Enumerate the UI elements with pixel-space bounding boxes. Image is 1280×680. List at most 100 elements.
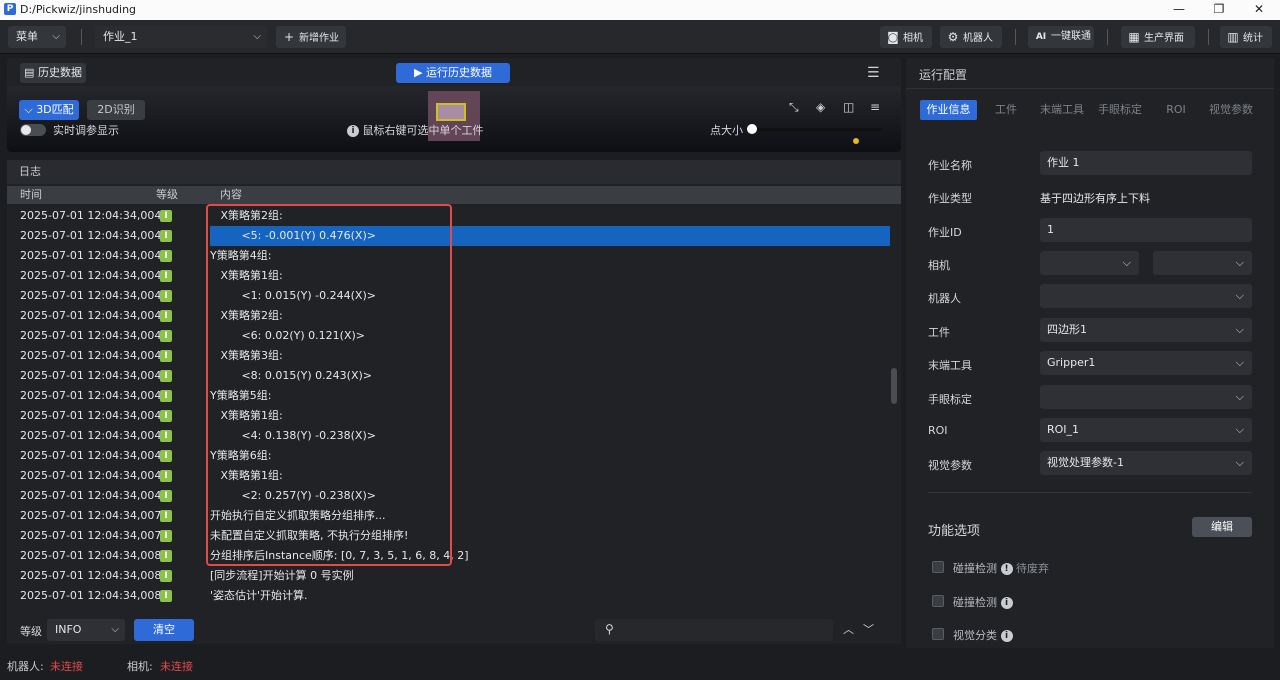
log-content: X策略第1组: bbox=[210, 469, 283, 482]
slider-handle[interactable] bbox=[747, 124, 757, 134]
hint-label: 鼠标右键可选中单个工件 bbox=[362, 124, 484, 137]
minimize-icon[interactable]: — bbox=[1170, 1, 1188, 17]
next-match-icon[interactable]: ﹀ bbox=[863, 621, 874, 637]
camera-icon: ◙ bbox=[887, 30, 899, 44]
close-icon[interactable]: ✕ bbox=[1250, 1, 1268, 17]
log-content: <2: 0.257(Y) -0.238(X)> bbox=[210, 489, 376, 502]
level-filter-select[interactable]: INFO ⌵ bbox=[47, 619, 125, 641]
vision-params-label: 视觉参数 bbox=[928, 459, 972, 472]
hand-eye-select[interactable]: ⌵ bbox=[1040, 385, 1252, 409]
menu-icon[interactable]: ≡ bbox=[870, 100, 880, 114]
statistics-label: 统计 bbox=[1243, 33, 1263, 44]
resize-icon[interactable]: ⤡ bbox=[789, 100, 799, 115]
collision-check-checkbox-2[interactable] bbox=[932, 595, 944, 607]
chevron-down-icon: ⌵ bbox=[1122, 256, 1131, 269]
log-content: 开始执行自定义抓取策略分组排序... bbox=[210, 509, 386, 522]
run-history-label: 运行历史数据 bbox=[425, 66, 492, 79]
info-level-icon: I bbox=[160, 550, 172, 562]
log-row[interactable]: 2025-07-01 12:04:34,004 I <2: 0.257(Y) -0… bbox=[7, 486, 891, 506]
one-click-connect-button[interactable]: AI 一键联通 bbox=[1028, 26, 1094, 48]
tab-workpiece[interactable]: 工件 bbox=[986, 100, 1026, 120]
robot-button-label: 机器人 bbox=[963, 33, 993, 44]
camera-select-1[interactable]: ⌵ bbox=[1040, 251, 1139, 275]
mode-2d-tab[interactable]: 2D识别 bbox=[87, 100, 145, 120]
hand-eye-label: 手眼标定 bbox=[928, 393, 972, 406]
settings-icon[interactable]: ☰ bbox=[867, 65, 880, 81]
column-time: 时间 bbox=[20, 188, 42, 201]
chevron-down-icon: ⌵ bbox=[1235, 356, 1244, 369]
camera-button[interactable]: ◙ 相机 bbox=[880, 26, 932, 48]
tab-end-tool[interactable]: 末端工具 bbox=[1034, 100, 1090, 120]
log-row[interactable]: 2025-07-01 12:04:34,004 I X策略第2组: bbox=[7, 306, 891, 326]
maximize-icon[interactable]: ❐ bbox=[1210, 1, 1228, 17]
log-row[interactable]: 2025-07-01 12:04:34,008 I '姿态估计'开始计算. bbox=[7, 586, 891, 606]
log-row[interactable]: 2025-07-01 12:04:34,008 I [同步流程]开始计算 0 号实例 bbox=[7, 566, 891, 586]
title-bar: P D:/Pickwiz/jinshuding — ❐ ✕ bbox=[0, 0, 1280, 20]
log-row[interactable]: 2025-07-01 12:04:34,004 I Y策略第6组: bbox=[7, 446, 891, 466]
workpiece-label: 工件 bbox=[928, 326, 950, 339]
log-row[interactable]: 2025-07-01 12:04:34,004 I X策略第1组: bbox=[7, 406, 891, 426]
vision-params-value: 视觉处理参数-1 bbox=[1047, 456, 1124, 469]
mode-3d-tab[interactable]: ⌵ 3D匹配 bbox=[19, 100, 79, 120]
history-data-button[interactable]: ▤ 历史数据 bbox=[20, 63, 86, 83]
run-history-button[interactable]: ▶ 运行历史数据 bbox=[396, 63, 510, 83]
new-job-button[interactable]: + 新增作业 bbox=[276, 26, 346, 48]
log-row[interactable]: 2025-07-01 12:04:34,004 I <1: 0.015(Y) -0… bbox=[7, 286, 891, 306]
log-row[interactable]: 2025-07-01 12:04:34,008 I 分组排序后Instance顺序:… bbox=[7, 546, 891, 566]
chevron-down-icon: ⌵ bbox=[1235, 423, 1244, 436]
log-row[interactable]: 2025-07-01 12:04:34,004 I X策略第3组: bbox=[7, 346, 891, 366]
end-tool-label: 末端工具 bbox=[928, 359, 972, 372]
workpiece-select[interactable]: 四边形1 ⌵ bbox=[1040, 318, 1252, 342]
log-search-input[interactable]: ⚲ bbox=[595, 619, 833, 641]
log-time: 2025-07-01 12:04:34,004 bbox=[20, 309, 162, 322]
log-row[interactable]: 2025-07-01 12:04:34,004 I <8: 0.015(Y) 0.… bbox=[7, 366, 891, 386]
point-size-slider[interactable] bbox=[747, 124, 882, 134]
log-row[interactable]: 2025-07-01 12:04:34,007 I 开始执行自定义抓取策略分组排序.… bbox=[7, 506, 891, 526]
job-name-input[interactable]: 作业 1 bbox=[1040, 151, 1252, 175]
log-row[interactable]: 2025-07-01 12:04:34,004 I <4: 0.138(Y) -0… bbox=[7, 426, 891, 446]
job-id-label: 作业ID bbox=[928, 226, 962, 239]
realtime-toggle[interactable] bbox=[20, 124, 46, 136]
vision-params-select[interactable]: 视觉处理参数-1 ⌵ bbox=[1040, 451, 1252, 475]
log-scrollbar[interactable] bbox=[891, 368, 897, 404]
log-panel: 日志 时间 等级 内容 2025-07-01 12:04:34,004 I X策略… bbox=[7, 160, 901, 644]
job-select[interactable]: 作业_1 ⌵ bbox=[95, 26, 267, 48]
chevron-down-icon: ⌵ bbox=[1235, 390, 1244, 403]
tab-hand-eye[interactable]: 手眼标定 bbox=[1092, 100, 1148, 120]
log-row[interactable]: 2025-07-01 12:04:34,004 I <6: 0.02(Y) 0.1… bbox=[7, 326, 891, 346]
tab-vision-params[interactable]: 视觉参数 bbox=[1203, 100, 1259, 120]
info-level-icon: I bbox=[160, 390, 172, 402]
log-row[interactable]: 2025-07-01 12:04:34,004 I X策略第1组: bbox=[7, 266, 891, 286]
log-row[interactable]: 2025-07-01 12:04:34,004 I Y策略第5组: bbox=[7, 386, 891, 406]
split-view-icon[interactable]: ◫ bbox=[843, 100, 854, 114]
log-row[interactable]: 2025-07-01 12:04:34,004 I X策略第2组: bbox=[7, 206, 891, 226]
collision-check-checkbox-1[interactable] bbox=[932, 561, 944, 573]
log-time: 2025-07-01 12:04:34,004 bbox=[20, 269, 162, 282]
job-id-input[interactable]: 1 bbox=[1040, 218, 1252, 242]
previous-match-icon[interactable]: ︿ bbox=[843, 621, 854, 637]
log-row[interactable]: 2025-07-01 12:04:34,004 I X策略第1组: bbox=[7, 466, 891, 486]
production-view-button[interactable]: ▦ 生产界面 bbox=[1121, 26, 1195, 48]
tab-job-info[interactable]: 作业信息 bbox=[920, 100, 977, 120]
robot-select[interactable]: ⌵ bbox=[1040, 284, 1252, 308]
end-tool-select[interactable]: Gripper1 ⌵ bbox=[1040, 351, 1252, 375]
job-name-label: 作业名称 bbox=[928, 159, 972, 172]
robot-button[interactable]: ⚙ 机器人 bbox=[940, 26, 1002, 48]
cube-icon[interactable]: ◈ bbox=[816, 100, 825, 114]
camera-select-2[interactable]: ⌵ bbox=[1153, 251, 1252, 275]
level-filter-value: INFO bbox=[55, 623, 82, 636]
info-level-icon: I bbox=[160, 370, 172, 382]
log-row[interactable]: 2025-07-01 12:04:34,007 I 未配置自定义抓取策略, 不执行分… bbox=[7, 526, 891, 546]
divider bbox=[906, 88, 1274, 89]
tab-roi[interactable]: ROI bbox=[1158, 100, 1194, 120]
history-panel: ▤ 历史数据 ▶ 运行历史数据 ☰ ⌵ 3D匹配 2D识别 实时调参显示 i 鼠… bbox=[7, 58, 901, 152]
vision-classify-checkbox[interactable] bbox=[932, 628, 944, 640]
log-content: [同步流程]开始计算 0 号实例 bbox=[210, 569, 354, 582]
clear-log-button[interactable]: 清空 bbox=[134, 619, 194, 641]
edit-features-button[interactable]: 编辑 bbox=[1192, 517, 1252, 537]
menu-dropdown[interactable]: 菜单 ⌵ bbox=[8, 26, 66, 48]
log-row[interactable]: 2025-07-01 12:04:34,004 I <5: -0.001(Y) 0… bbox=[7, 226, 891, 246]
roi-select[interactable]: ROI_1 ⌵ bbox=[1040, 418, 1252, 442]
statistics-button[interactable]: ▥ 统计 bbox=[1220, 26, 1272, 48]
log-row[interactable]: 2025-07-01 12:04:34,004 I Y策略第4组: bbox=[7, 246, 891, 266]
